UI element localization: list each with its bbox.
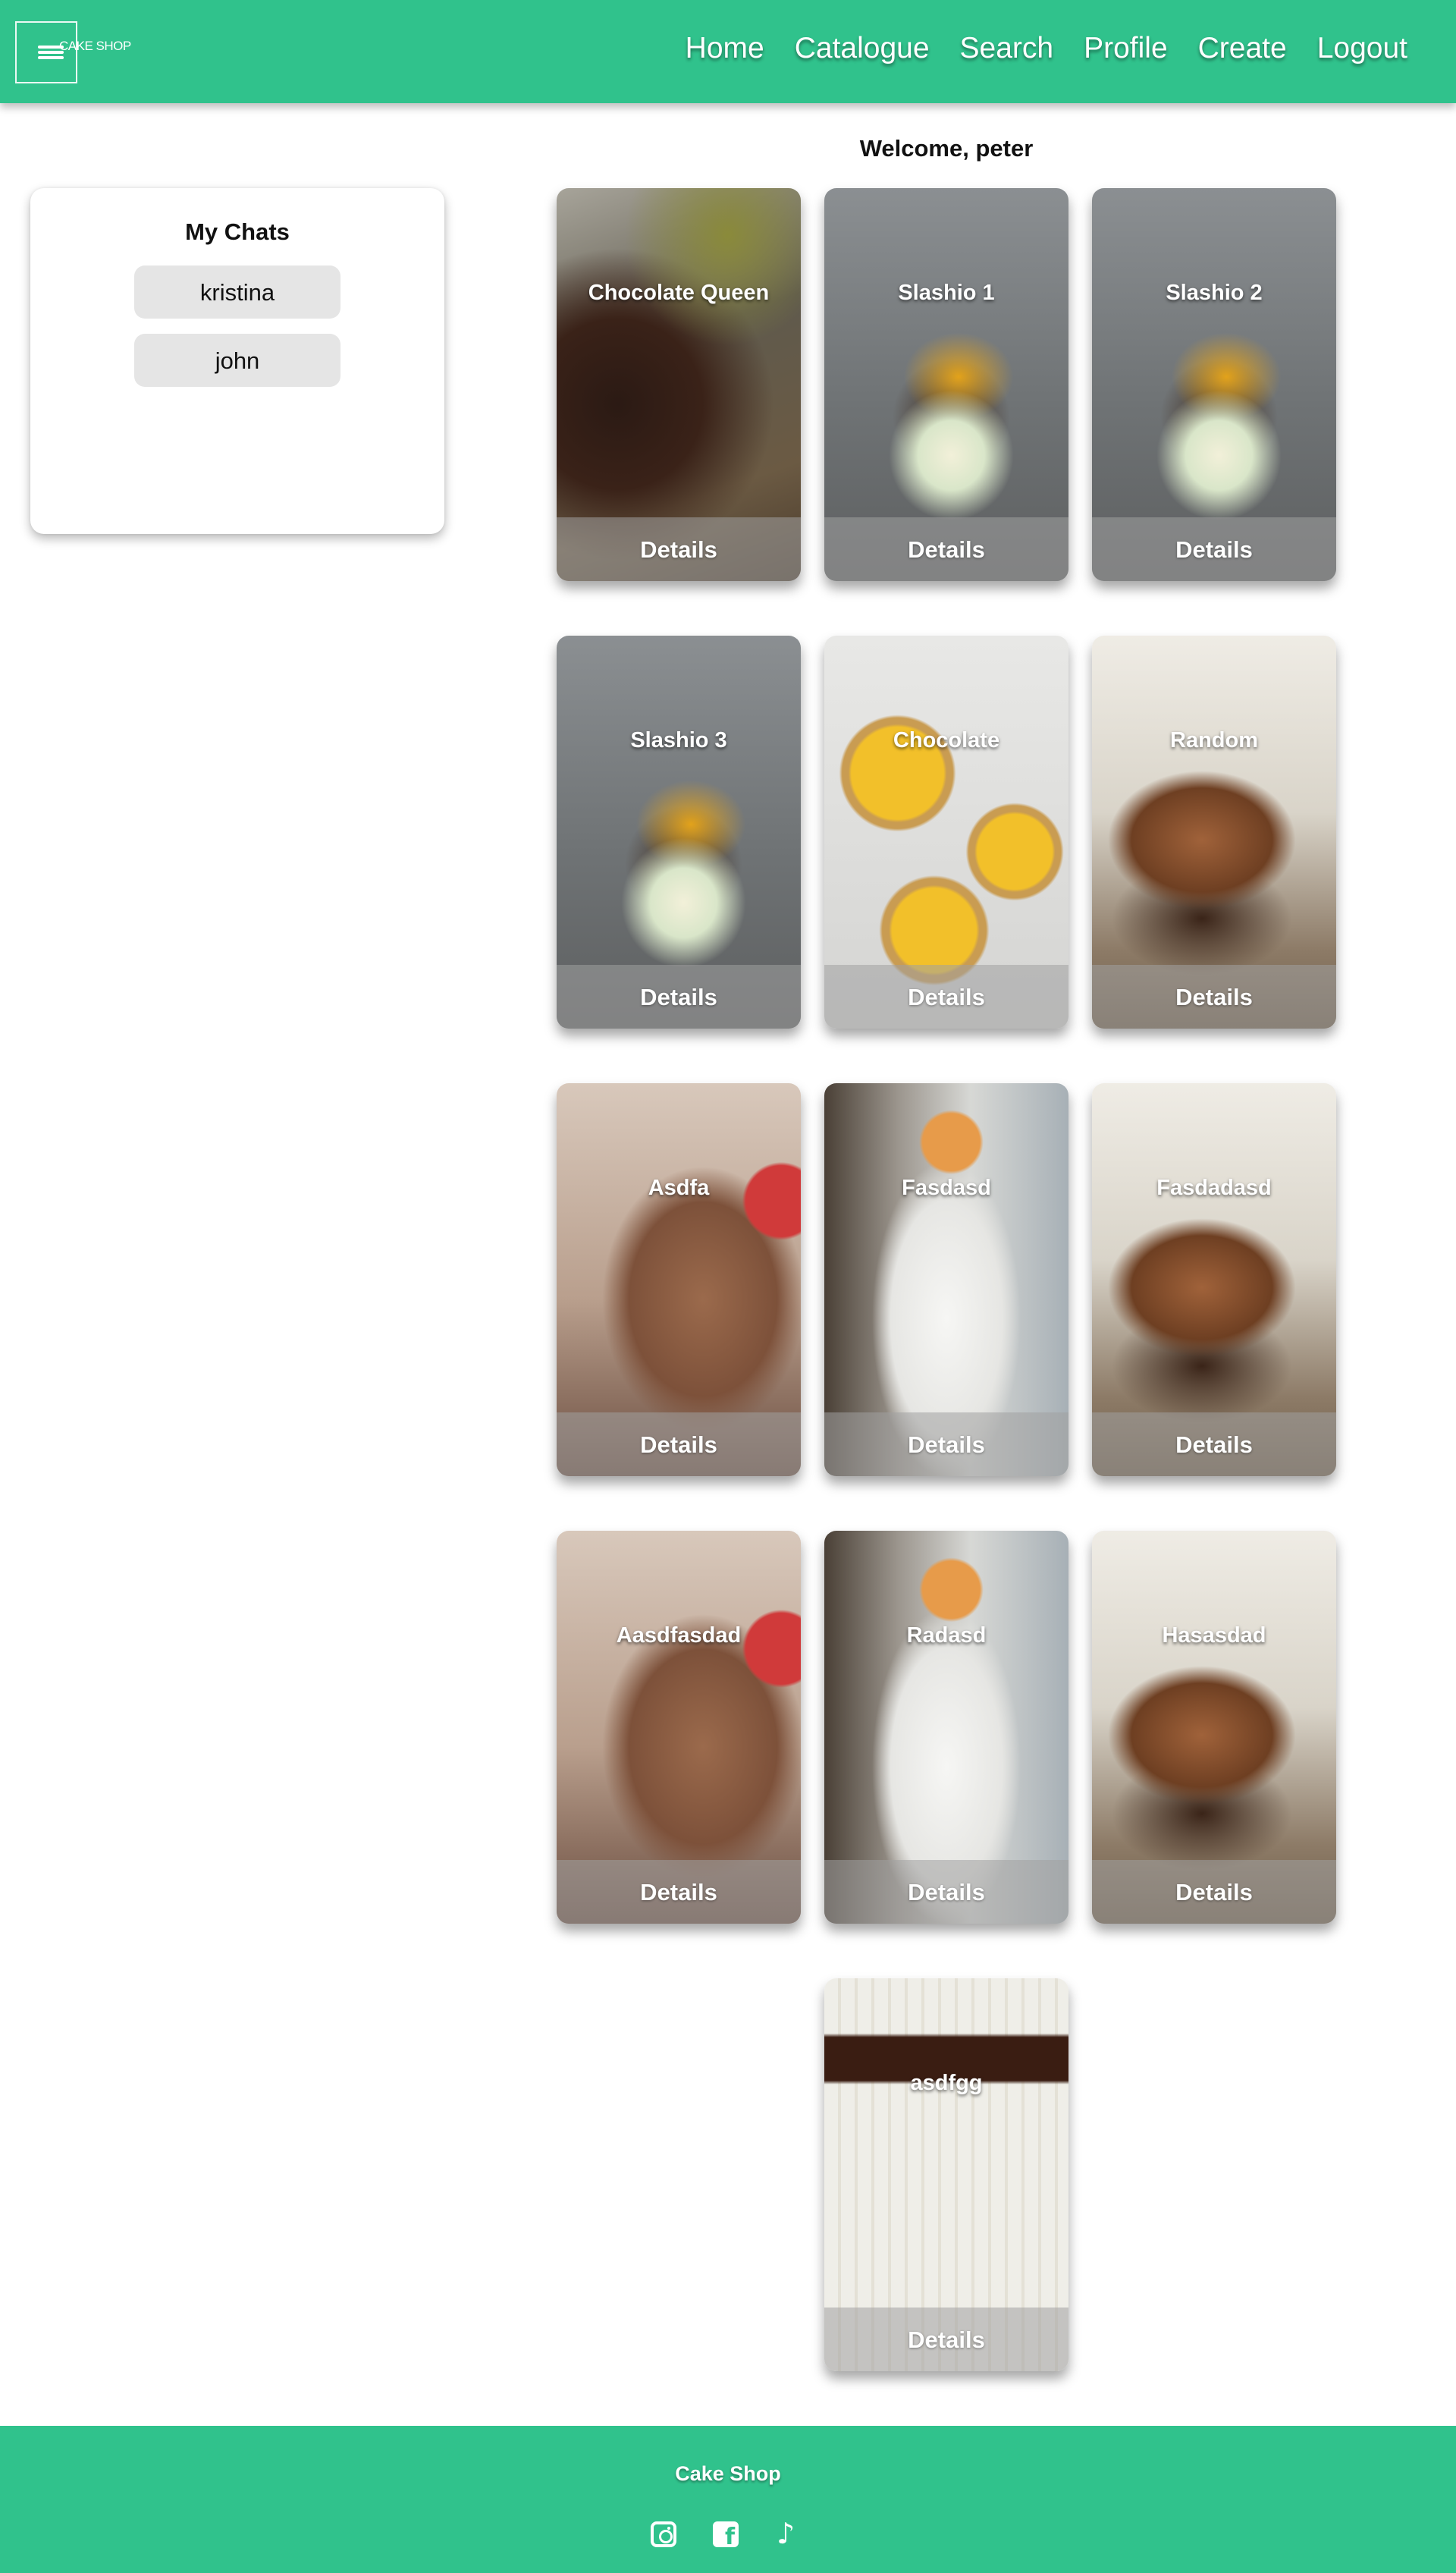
cake-card[interactable]: Asdfa Details <box>557 1083 801 1476</box>
cake-card-title: Fasdasd <box>902 1176 991 1200</box>
main-nav: Home Catalogue Search Profile Create Log… <box>686 32 1407 65</box>
cake-card-title: Chocolate Queen <box>588 281 770 305</box>
details-button[interactable]: Details <box>557 1860 801 1924</box>
details-button[interactable]: Details <box>824 1412 1068 1476</box>
cake-card-title: Random <box>1170 728 1258 752</box>
cake-card-title: Aasdfasdad <box>616 1623 742 1648</box>
instagram-icon[interactable] <box>651 2521 676 2547</box>
cake-card-title: Slashio 1 <box>898 281 995 305</box>
nav-profile[interactable]: Profile <box>1084 32 1168 65</box>
welcome-message: Welcome, peter <box>859 135 1034 162</box>
cake-card[interactable]: Chocolate Details <box>824 636 1068 1029</box>
details-button[interactable]: Details <box>557 965 801 1029</box>
cake-card[interactable]: Chocolate Queen Details <box>557 188 801 581</box>
nav-catalogue[interactable]: Catalogue <box>795 32 930 65</box>
cake-card-title: Slashio 2 <box>1166 281 1263 305</box>
cake-card-title: Fasdadasd <box>1156 1176 1272 1200</box>
cake-card-title: Asdfa <box>648 1176 710 1200</box>
cake-card[interactable]: asdfgg Details <box>824 1978 1068 2371</box>
nav-create[interactable]: Create <box>1198 32 1287 65</box>
details-button[interactable]: Details <box>1092 965 1336 1029</box>
top-navbar: Cake Shop Home Catalogue Search Profile … <box>0 0 1456 103</box>
social-links <box>651 2517 801 2550</box>
logo-text: Cake Shop <box>59 39 131 53</box>
nav-home[interactable]: Home <box>686 32 764 65</box>
nav-logout[interactable]: Logout <box>1317 32 1407 65</box>
cake-card[interactable]: Slashio 2 Details <box>1092 188 1336 581</box>
cake-card-title: Radasd <box>906 1623 987 1648</box>
details-button[interactable]: Details <box>557 517 801 581</box>
tiktok-icon[interactable] <box>775 2517 801 2550</box>
cake-card-title: Chocolate <box>893 728 1000 752</box>
cake-card-title: Hasasdad <box>1162 1623 1266 1648</box>
cake-card[interactable]: Hasasdad Details <box>1092 1531 1336 1924</box>
cake-card-title: asdfgg <box>910 2071 983 2095</box>
cake-card[interactable]: Radasd Details <box>824 1531 1068 1924</box>
facebook-icon[interactable] <box>713 2521 739 2550</box>
chat-item-john[interactable]: john <box>134 334 340 387</box>
details-button[interactable]: Details <box>824 2308 1068 2371</box>
details-button[interactable]: Details <box>557 1412 801 1476</box>
cake-card[interactable]: Random Details <box>1092 636 1336 1029</box>
details-button[interactable]: Details <box>1092 517 1336 581</box>
details-button[interactable]: Details <box>824 1860 1068 1924</box>
details-button[interactable]: Details <box>1092 1860 1336 1924</box>
footer: Cake Shop <box>0 2426 1456 2573</box>
footer-brand: Cake Shop <box>675 2462 781 2485</box>
cake-card[interactable]: Aasdfasdad Details <box>557 1531 801 1924</box>
cake-card[interactable]: Fasdadasd Details <box>1092 1083 1336 1476</box>
cake-card[interactable]: Slashio 3 Details <box>557 636 801 1029</box>
my-chats-title: My Chats <box>185 218 290 245</box>
details-button[interactable]: Details <box>1092 1412 1336 1476</box>
cake-card[interactable]: Fasdasd Details <box>824 1083 1068 1476</box>
nav-search[interactable]: Search <box>960 32 1054 65</box>
my-chats-panel: My Chats kristina john <box>30 188 444 534</box>
chat-item-kristina[interactable]: kristina <box>134 265 340 319</box>
cake-card[interactable]: Slashio 1 Details <box>824 188 1068 581</box>
details-button[interactable]: Details <box>824 517 1068 581</box>
details-button[interactable]: Details <box>824 965 1068 1029</box>
cake-card-title: Slashio 3 <box>630 728 727 752</box>
